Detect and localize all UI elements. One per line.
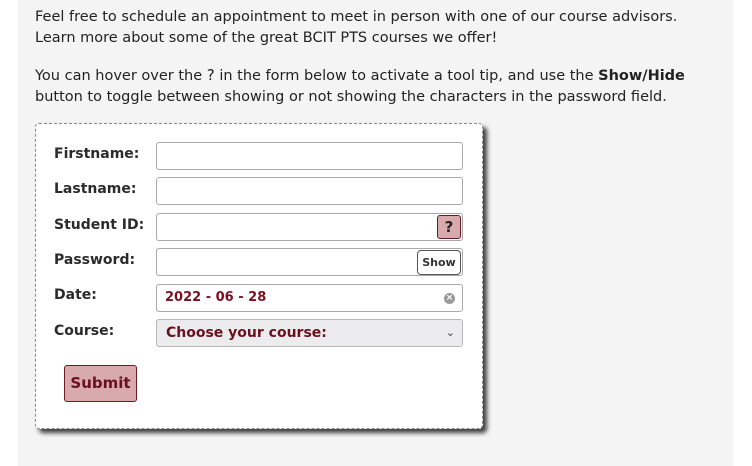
course-select[interactable]: Choose your course: ⌄ [156, 319, 463, 347]
date-value: 2022 - 06 - 28 [165, 290, 267, 305]
lastname-label: Lastname: [54, 181, 137, 197]
submit-button[interactable]: Submit [64, 365, 137, 402]
clear-icon[interactable]: × [444, 293, 455, 304]
studentid-input[interactable]: ? [156, 213, 463, 241]
help-tooltip-button[interactable]: ? [437, 215, 461, 239]
appointment-form: Firstname: Lastname: Student ID: ? Passw… [35, 123, 483, 429]
intro-text-3: button to toggle between showing or not … [35, 89, 667, 105]
intro-paragraph-1: Feel free to schedule an appointment to … [35, 9, 678, 46]
course-value: Choose your course: [166, 325, 327, 341]
show-password-button[interactable]: Show [417, 250, 461, 275]
chevron-down-icon: ⌄ [445, 326, 455, 339]
question-icon: ? [444, 218, 454, 236]
date-input[interactable]: 2022 - 06 - 28 × [156, 284, 463, 312]
firstname-label: Firstname: [54, 146, 140, 162]
password-label: Password: [54, 252, 136, 268]
firstname-input[interactable] [156, 142, 463, 170]
intro-text-2: in the form below to activate a tool tip… [219, 68, 594, 84]
course-label: Course: [54, 323, 115, 339]
intro-show-hide-text: Show/Hide [598, 68, 685, 84]
question-icon: ? [206, 66, 215, 84]
lastname-input[interactable] [156, 177, 463, 205]
password-input[interactable]: Show [156, 248, 463, 276]
intro-text-1: You can hover over the [35, 68, 203, 84]
intro-paragraph-2: You can hover over the ? in the form bel… [35, 65, 715, 108]
page-content: Feel free to schedule an appointment to … [18, 0, 733, 466]
date-label: Date: [54, 287, 97, 303]
studentid-label: Student ID: [54, 217, 145, 233]
